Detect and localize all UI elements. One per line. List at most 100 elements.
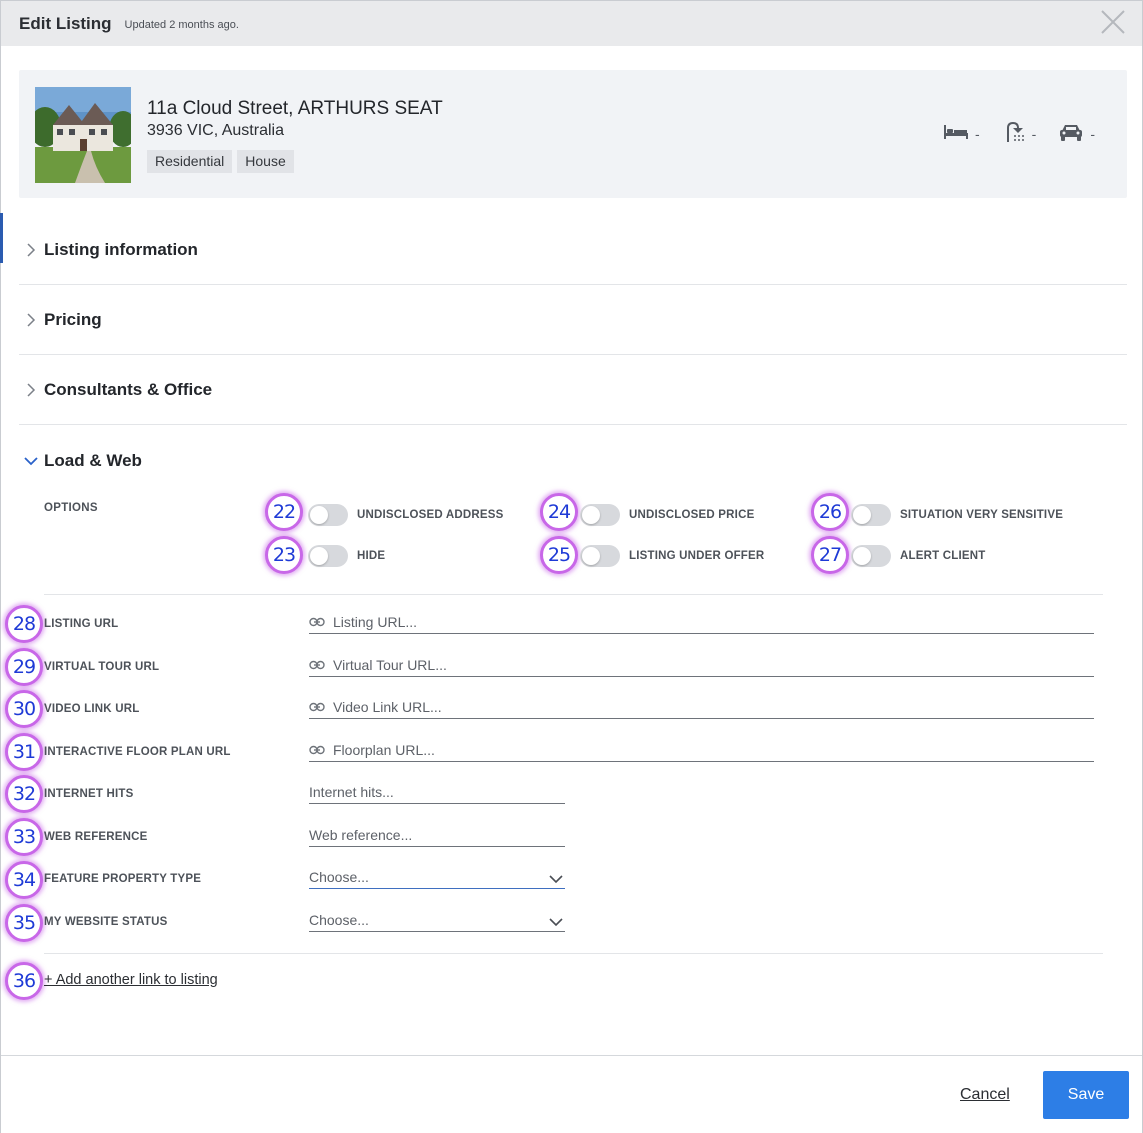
close-icon[interactable] xyxy=(1100,9,1126,35)
video-link-url-label: VIDEO LINK URL xyxy=(44,703,140,715)
listing-address: 11a Cloud Street, ARTHURS SEAT xyxy=(147,98,443,119)
select-value: Choose... xyxy=(309,911,369,928)
toggle-label: SITUATION VERY SENSITIVE xyxy=(900,509,1064,521)
annotation-badge: 32 xyxy=(5,775,43,813)
cancel-button[interactable]: Cancel xyxy=(960,1086,1010,1104)
section-load-web[interactable]: Load & Web xyxy=(19,426,1127,496)
annotation-badge: 26 xyxy=(811,493,849,531)
virtual-tour-url-label: VIRTUAL TOUR URL xyxy=(44,661,160,673)
floor-plan-url-input[interactable]: Floorplan URL... xyxy=(309,738,1094,762)
select-value: Choose... xyxy=(309,868,369,885)
web-reference-label: WEB REFERENCE xyxy=(44,831,148,843)
bathrooms-value: - xyxy=(1031,125,1037,142)
feature-bathrooms: - xyxy=(1002,120,1037,147)
modal-title: Edit Listing xyxy=(19,13,112,33)
modal-subtitle: Updated 2 months ago. xyxy=(124,19,239,31)
floor-plan-url-label: INTERACTIVE FLOOR PLAN URL xyxy=(44,746,231,758)
option-hide: HIDE xyxy=(308,545,385,567)
chevron-right-icon xyxy=(19,382,43,397)
section-listing-information[interactable]: Listing information xyxy=(19,215,1127,285)
hide-toggle[interactable] xyxy=(308,545,348,567)
annotation-badge: 35 xyxy=(5,904,43,942)
option-undisclosed-address: UNDISCLOSED ADDRESS xyxy=(308,504,504,526)
input-placeholder: Floorplan URL... xyxy=(333,741,435,758)
feature-property-type-select[interactable]: Choose... xyxy=(309,865,565,889)
listing-url-input[interactable]: Listing URL... xyxy=(309,610,1094,634)
web-reference-input[interactable]: Web reference... xyxy=(309,823,565,847)
input-placeholder: Web reference... xyxy=(309,826,413,843)
section-label: Load & Web xyxy=(44,451,142,470)
toggle-label: HIDE xyxy=(357,550,386,562)
annotation-badge: 23 xyxy=(265,536,303,574)
section-label: Listing information xyxy=(44,239,198,259)
undisclosed-address-toggle[interactable] xyxy=(308,504,348,526)
listing-url-label: LISTING URL xyxy=(44,618,119,630)
annotation-badge: 22 xyxy=(265,493,303,531)
background-edge xyxy=(0,213,3,263)
toggle-label: LISTING UNDER OFFER xyxy=(629,550,765,562)
toggle-label: UNDISCLOSED PRICE xyxy=(629,509,755,521)
input-placeholder: Listing URL... xyxy=(333,613,418,630)
tag-residential: Residential xyxy=(147,150,233,173)
section-pricing[interactable]: Pricing xyxy=(19,285,1127,355)
listing-under-offer-toggle[interactable] xyxy=(580,545,620,567)
modal-footer: Cancel Save xyxy=(1,1055,1142,1133)
bed-icon xyxy=(943,124,969,143)
annotation-badge: 27 xyxy=(811,536,849,574)
undisclosed-price-toggle[interactable] xyxy=(580,504,620,526)
input-placeholder: Virtual Tour URL... xyxy=(333,656,447,673)
chevron-down-icon xyxy=(549,871,563,887)
section-label: Consultants & Office xyxy=(44,379,213,399)
toggle-label: UNDISCLOSED ADDRESS xyxy=(357,509,504,521)
alert-client-toggle[interactable] xyxy=(851,545,891,567)
annotation-badge: 28 xyxy=(5,605,43,643)
annotation-badge: 29 xyxy=(5,648,43,686)
tag-house: House xyxy=(237,150,294,173)
option-situation-very-sensitive: SITUATION VERY SENSITIVE xyxy=(851,504,1063,526)
option-undisclosed-price: UNDISCLOSED PRICE xyxy=(580,504,754,526)
link-icon xyxy=(309,617,325,627)
annotation-badge: 33 xyxy=(5,818,43,856)
link-icon xyxy=(309,745,325,755)
modal-header: Edit Listing Updated 2 months ago. xyxy=(1,1,1142,46)
situation-very-sensitive-toggle[interactable] xyxy=(851,504,891,526)
divider xyxy=(44,953,1103,954)
virtual-tour-url-input[interactable]: Virtual Tour URL... xyxy=(309,653,1094,677)
annotation-badge: 34 xyxy=(5,861,43,899)
bedrooms-value: - xyxy=(974,125,980,142)
add-another-link-button[interactable]: + Add another link to listing xyxy=(44,972,218,988)
link-icon xyxy=(309,702,325,712)
internet-hits-input[interactable]: Internet hits... xyxy=(309,780,565,804)
annotation-badge: 25 xyxy=(540,536,578,574)
section-label: Pricing xyxy=(44,309,102,329)
annotation-badge: 24 xyxy=(540,493,578,531)
video-link-url-input[interactable]: Video Link URL... xyxy=(309,695,1094,719)
annotation-badge: 30 xyxy=(5,690,43,728)
input-placeholder: Internet hits... xyxy=(309,783,394,800)
edit-listing-modal: Edit Listing Updated 2 months ago. 11a C… xyxy=(0,0,1143,1133)
options-label: OPTIONS xyxy=(44,502,98,514)
save-button[interactable]: Save xyxy=(1043,1071,1129,1119)
internet-hits-label: INTERNET HITS xyxy=(44,788,134,800)
section-consultants-office[interactable]: Consultants & Office xyxy=(19,355,1127,425)
option-alert-client: ALERT CLIENT xyxy=(851,545,985,567)
feature-bedrooms: - xyxy=(943,124,980,143)
listing-photo xyxy=(35,87,131,183)
annotation-badge: 36 xyxy=(5,962,43,1000)
listing-tags: Residential House xyxy=(147,150,294,173)
parking-value: - xyxy=(1090,125,1095,142)
listing-features: - - - xyxy=(943,120,1095,147)
shower-icon xyxy=(1002,120,1026,147)
listing-summary: 11a Cloud Street, ARTHURS SEAT 3936 VIC,… xyxy=(19,70,1127,198)
feature-parking: - xyxy=(1058,122,1095,145)
annotation-badge: 31 xyxy=(5,733,43,771)
toggle-label: ALERT CLIENT xyxy=(900,550,986,562)
my-website-status-select[interactable]: Choose... xyxy=(309,908,565,932)
car-icon xyxy=(1058,122,1084,145)
option-listing-under-offer: LISTING UNDER OFFER xyxy=(580,545,764,567)
chevron-down-icon xyxy=(549,914,563,930)
link-icon xyxy=(309,660,325,670)
divider xyxy=(44,594,1103,595)
chevron-right-icon xyxy=(19,312,43,327)
my-website-status-label: MY WEBSITE STATUS xyxy=(44,916,168,928)
